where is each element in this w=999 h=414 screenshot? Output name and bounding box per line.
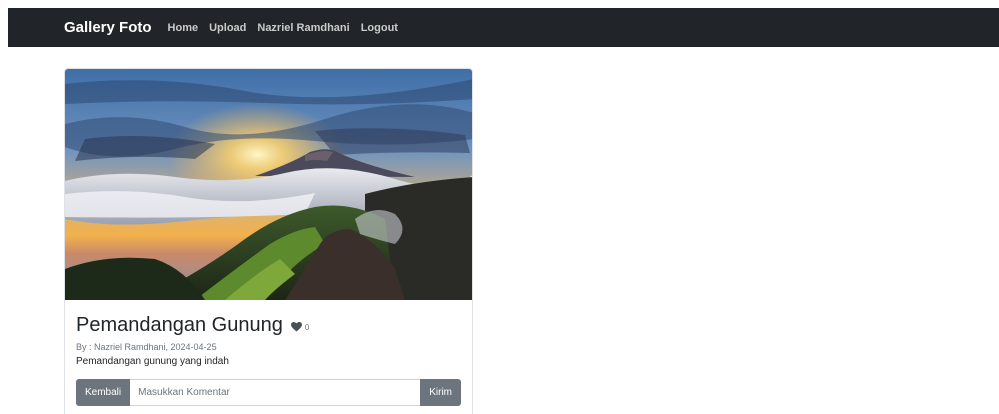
comment-input[interactable] [130, 379, 421, 406]
nav-link-logout[interactable]: Logout [361, 22, 398, 34]
navbar-brand[interactable]: Gallery Foto [64, 19, 152, 36]
navbar: Gallery Foto Home Upload Nazriel Ramdhan… [8, 8, 999, 47]
title-row: Pemandangan Gunung 0 [76, 312, 461, 338]
photo-title: Pemandangan Gunung [76, 313, 283, 336]
comment-form: Kembali Kirim [76, 379, 461, 406]
photo-meta: By : Nazriel Ramdhani, 2024-04-25 [76, 342, 217, 352]
nav-link-home[interactable]: Home [168, 22, 199, 34]
heart-icon[interactable] [290, 322, 302, 332]
card-body: Pemandangan Gunung 0 By : Nazriel Ramdha… [65, 300, 472, 406]
like-count: 0 [304, 322, 310, 332]
back-button[interactable]: Kembali [76, 379, 131, 406]
nav-link-profile[interactable]: Nazriel Ramdhani [257, 22, 349, 34]
page: Gallery Foto Home Upload Nazriel Ramdhan… [0, 0, 999, 414]
like-button[interactable]: 0 [290, 322, 310, 332]
photo-image [65, 69, 472, 300]
mountain-landscape-image [65, 69, 472, 300]
send-button[interactable]: Kirim [420, 379, 461, 406]
photo-description: Pemandangan gunung yang indah [76, 356, 229, 367]
photo-card: Pemandangan Gunung 0 By : Nazriel Ramdha… [64, 68, 473, 414]
nav-link-upload[interactable]: Upload [209, 22, 246, 34]
